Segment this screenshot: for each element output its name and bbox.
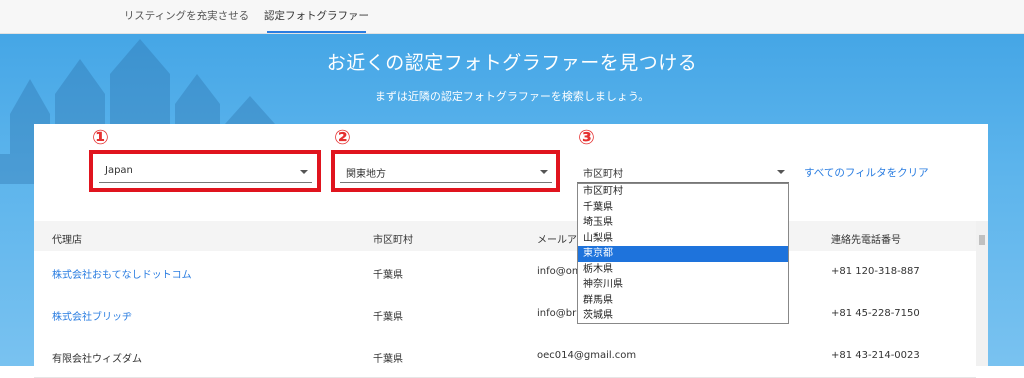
marker-3: ③ — [578, 125, 595, 149]
clear-all-filters-link[interactable]: すべてのフィルタをクリア — [804, 165, 929, 180]
column-header-email[interactable]: メールア — [537, 231, 577, 246]
dropdown-option-highlighted[interactable]: 東京都 — [578, 246, 788, 262]
city-cell: 千葉県 — [373, 312, 403, 323]
country-select-value: Japan — [105, 165, 133, 176]
column-header-phone[interactable]: 連絡先電話番号 — [831, 231, 901, 246]
city-select-value: 市区町村 — [583, 169, 623, 180]
dropdown-option[interactable]: 茨城県 — [578, 308, 788, 324]
column-header-agency[interactable]: 代理店 — [52, 231, 82, 246]
table-row: 有限会社ウィズダム 千葉県 oec014@gmail.com +81 43-21… — [34, 335, 976, 378]
column-header-city[interactable]: 市区町村 — [373, 231, 413, 246]
phone-cell: +81 120-318-887 — [831, 266, 920, 277]
dropdown-option[interactable]: 千葉県 — [578, 200, 788, 216]
table-header: 代理店 市区町村 メールア 連絡先電話番号 — [34, 221, 976, 251]
dropdown-option[interactable]: 埼玉県 — [578, 215, 788, 231]
tab-listing[interactable]: リスティングを充実させる — [113, 0, 260, 33]
agency-link[interactable]: 株式会社ブリッヂ — [52, 308, 132, 323]
city-select[interactable]: 市区町村 — [577, 161, 789, 183]
city-dropdown-list: 市区町村 千葉県 埼玉県 山梨県 東京都 栃木県 神奈川県 群馬県 茨城県 — [577, 183, 789, 324]
dropdown-option[interactable]: 群馬県 — [578, 293, 788, 309]
chevron-down-icon — [540, 170, 548, 174]
chevron-down-icon — [300, 170, 308, 174]
region-select[interactable]: 関東地方 — [340, 161, 552, 183]
marker-2: ② — [334, 125, 351, 149]
phone-cell: +81 43-214-0023 — [831, 350, 920, 361]
hero-title: お近くの認定フォトグラファーを見つける — [326, 52, 698, 74]
marker-1: ① — [92, 125, 109, 149]
scrollbar-thumb[interactable] — [979, 235, 985, 245]
top-nav: リスティングを充実させる 認定フォトグラファー — [0, 0, 1024, 34]
city-cell: 千葉県 — [373, 270, 403, 281]
dropdown-option[interactable]: 山梨県 — [578, 231, 788, 247]
city-cell: 千葉県 — [373, 354, 403, 365]
hero-subtitle: まずは近隣の認定フォトグラファーを検索しましょう。 — [374, 90, 650, 103]
email-cell: oec014@gmail.com — [537, 350, 637, 361]
agency-link[interactable]: 株式会社おもてなしドットコム — [52, 266, 192, 281]
chevron-down-icon — [777, 170, 785, 174]
table-row: 株式会社ブリッヂ 千葉県 info@brid +81 45-228-7150 — [34, 293, 976, 336]
table-row: 株式会社おもてなしドットコム 千葉県 info@om +81 120-318-8… — [34, 251, 976, 294]
email-cell: info@om — [537, 266, 582, 277]
dropdown-option[interactable]: 神奈川県 — [578, 277, 788, 293]
agency-name: 有限会社ウィズダム — [52, 354, 142, 365]
phone-cell: +81 45-228-7150 — [831, 308, 920, 319]
dropdown-option[interactable]: 市区町村 — [578, 184, 788, 200]
region-select-value: 関東地方 — [346, 169, 386, 180]
tab-certified-photographers[interactable]: 認定フォトグラファー — [261, 0, 372, 33]
dropdown-option[interactable]: 栃木県 — [578, 262, 788, 278]
country-select[interactable]: Japan — [99, 161, 312, 183]
